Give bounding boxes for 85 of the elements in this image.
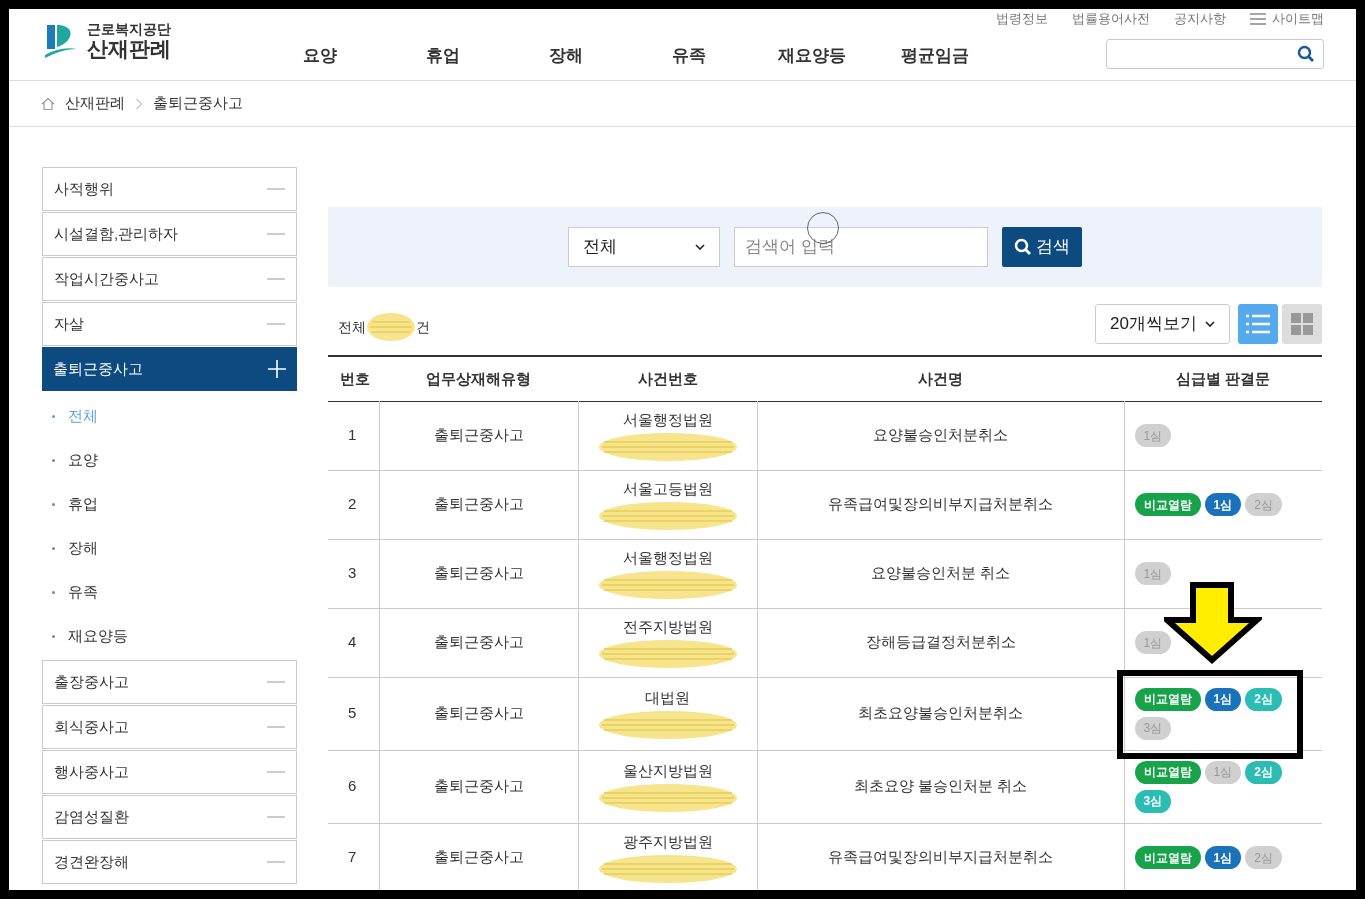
table-cell: 5	[328, 677, 379, 750]
breadcrumb-link[interactable]: 출퇴근중사고	[153, 92, 243, 115]
page-size-select[interactable]: 20개씩보기	[1095, 304, 1230, 344]
table-cell: 유족급여및장의비부지급처분취소	[757, 823, 1124, 890]
nav-link[interactable]: 장해	[504, 43, 627, 69]
court-name: 광주지방법원	[622, 832, 713, 853]
logo-subtitle: 근로복지공단	[87, 21, 171, 36]
sidebar-subitem[interactable]: 휴업	[42, 482, 297, 526]
column-header: 사건명	[757, 357, 1124, 401]
search-icon	[1297, 44, 1315, 63]
caret-icon	[1205, 321, 1215, 327]
instance-badge[interactable]: 1심	[1204, 493, 1242, 516]
table-cell: 출퇴근중사고	[379, 823, 578, 890]
court-name: 전주지방법원	[622, 617, 713, 638]
header-search-field[interactable]	[1106, 38, 1324, 69]
sidebar-item[interactable]: 출퇴근중사고	[42, 347, 297, 391]
sidebar-item[interactable]: 회식중사고	[42, 705, 297, 749]
search-field[interactable]: 검색어 입력	[734, 227, 988, 267]
logo-title: 산재판례	[87, 37, 171, 59]
nav-link[interactable]: 재요양등	[750, 43, 873, 69]
sidebar-item[interactable]: 시설결함,관리하자	[42, 212, 297, 256]
chevron-icon	[135, 97, 143, 110]
sidebar-item[interactable]: 행사중사고	[42, 750, 297, 794]
home-icon[interactable]	[41, 96, 55, 111]
table-cell: 출퇴근중사고	[379, 539, 578, 608]
util-link[interactable]: 공지사항	[1174, 9, 1226, 29]
sidebar-item[interactable]: 감염성질환	[42, 795, 297, 839]
sidebar-subitem[interactable]: 유족	[42, 570, 297, 614]
table-cell: 요양불승인처분취소	[757, 401, 1124, 470]
caret-icon	[695, 244, 705, 250]
nav-link[interactable]: 평균임금	[873, 43, 996, 69]
nav-link[interactable]: 휴업	[381, 43, 504, 69]
list-icon	[1245, 313, 1271, 335]
search-button[interactable]: 검색	[1002, 227, 1082, 267]
court-name: 서울행정법원	[622, 410, 713, 431]
column-header: 심급별 판결문	[1124, 357, 1322, 401]
search-icon	[1014, 238, 1032, 256]
view-toggle-button[interactable]	[1282, 304, 1322, 344]
sidebar-item[interactable]: 사적행위	[42, 167, 297, 211]
table-cell: 7	[328, 823, 379, 890]
table-cell: 출퇴근중사고	[379, 750, 578, 823]
court-name: 대법원	[645, 688, 690, 709]
table-cell: 장해등급결정처분취소	[757, 608, 1124, 677]
view-toggle-button[interactable]	[1238, 304, 1278, 344]
table-cell: 최초요양 불승인처분 취소	[757, 750, 1124, 823]
table-cell: 출퇴근중사고	[379, 401, 578, 470]
court-name: 울산지방법원	[622, 761, 713, 782]
sidebar-item[interactable]: 자살	[42, 302, 297, 346]
court-name: 서울행정법원	[622, 548, 713, 569]
instance-badge[interactable]: 1심	[1204, 687, 1242, 711]
column-header: 업무상재해유형	[379, 357, 578, 401]
total-unit: 건	[416, 317, 430, 337]
total-label: 전체	[338, 317, 366, 337]
sitemap-link[interactable]: 사이트맵	[1250, 9, 1324, 29]
table-cell: 4	[328, 608, 379, 677]
table-cell: 6	[328, 750, 379, 823]
table-cell: 1	[328, 401, 379, 470]
nav-link[interactable]: 요양	[258, 43, 381, 69]
table-cell: 3	[328, 539, 379, 608]
table-cell: 출퇴근중사고	[379, 608, 578, 677]
table-cell: 유족급여및장의비부지급처분취소	[757, 470, 1124, 539]
collapse-icon	[268, 360, 286, 378]
column-header: 사건번호	[578, 357, 757, 401]
table-cell: 요양불승인처분 취소	[757, 539, 1124, 608]
court-name: 서울고등법원	[622, 479, 713, 500]
table-cell: 출퇴근중사고	[379, 677, 578, 750]
sidebar-item[interactable]: 작업시간중사고	[42, 257, 297, 301]
breadcrumb-link[interactable]: 산재판례	[65, 92, 125, 115]
table-cell: 출퇴근중사고	[379, 470, 578, 539]
util-link[interactable]: 법률용어사전	[1072, 9, 1150, 29]
instance-badge[interactable]: 1심	[1204, 846, 1242, 869]
table-cell: 2	[328, 470, 379, 539]
column-header: 번호	[328, 357, 379, 401]
sidebar-item[interactable]: 출장중사고	[42, 660, 297, 704]
sidebar-subitem[interactable]: 요양	[42, 438, 297, 482]
util-link[interactable]: 법령정보	[996, 9, 1048, 29]
table-cell: 최초요양불승인처분취소	[757, 677, 1124, 750]
sidebar-subitem[interactable]: 재요양등	[42, 614, 297, 658]
redaction-mark	[366, 312, 416, 342]
sidebar-subitem[interactable]: 장해	[42, 526, 297, 570]
category-select[interactable]: 전체	[568, 227, 720, 267]
sidebar-item[interactable]: 경견완장해	[42, 840, 297, 884]
menu-icon	[1250, 12, 1266, 25]
nav-link[interactable]: 유족	[627, 43, 750, 69]
grid-icon	[1290, 312, 1314, 336]
